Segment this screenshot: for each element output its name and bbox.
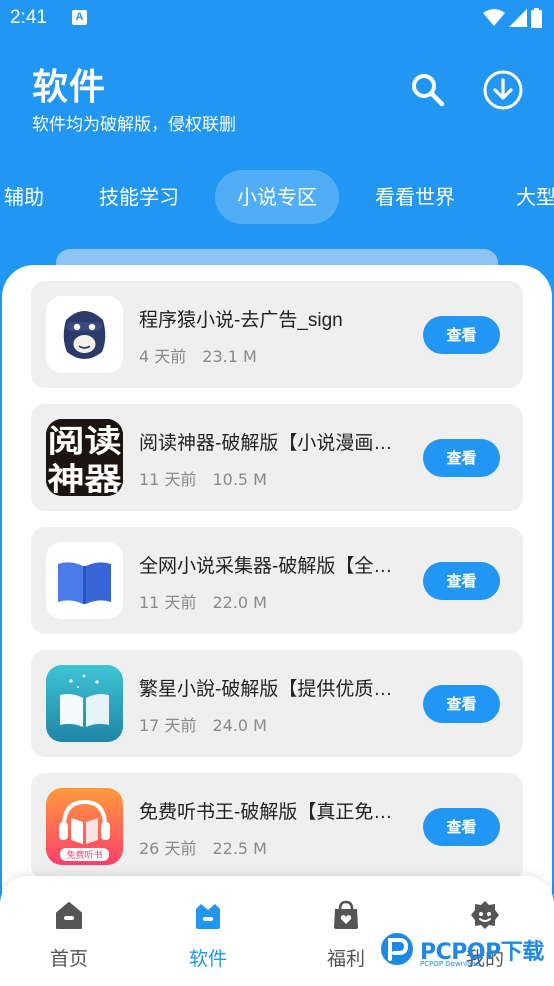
app-size: 22.0 M xyxy=(212,593,267,612)
nav-label: 软件 xyxy=(188,948,227,970)
app-size: 23.1 M xyxy=(202,347,257,366)
nav-software[interactable]: 软件 xyxy=(168,898,248,978)
tab-large[interactable]: 大型 xyxy=(508,170,554,224)
app-meta: 11 天前 22.0 M xyxy=(139,589,267,613)
tab-assist[interactable]: 辅助 xyxy=(0,170,52,224)
app-updated: 17 天前 xyxy=(139,716,197,735)
app-updated: 11 天前 xyxy=(139,470,197,489)
status-icons xyxy=(483,8,542,28)
app-card[interactable]: 阅读 神器 阅读神器-破解版【小说漫画听书三合一】 11 天前 10.5 M 查看 xyxy=(31,404,523,511)
app-updated: 4 天前 xyxy=(139,347,187,366)
tab-skills[interactable]: 技能学习 xyxy=(88,170,190,224)
open-book-icon xyxy=(46,665,123,742)
view-button[interactable]: 查看 xyxy=(423,439,500,477)
battery-icon xyxy=(531,8,542,28)
download-icon xyxy=(483,70,523,110)
watermark: PCPOP下载 PCPOP Download xyxy=(374,926,554,976)
view-button[interactable]: 查看 xyxy=(423,685,500,723)
status-time: 2:41 xyxy=(10,7,47,28)
headphones-book-icon: 免费听书 xyxy=(46,788,123,865)
app-name: 阅读神器-破解版【小说漫画听书三合一】 xyxy=(139,433,401,454)
software-icon xyxy=(196,904,220,929)
icon-text-top: 阅读 xyxy=(48,424,122,460)
tab-novels[interactable]: 小说专区 xyxy=(215,170,339,224)
app-updated: 11 天前 xyxy=(139,593,197,612)
app-card[interactable]: 繁星小說-破解版【提供优质小说】 17 天前 24.0 M 查看 xyxy=(31,650,523,757)
app-meta: 4 天前 23.1 M xyxy=(139,343,257,367)
icon-text-bottom: 神器 xyxy=(48,462,123,496)
book-icon xyxy=(46,542,123,619)
status-bar: 2:41 A xyxy=(0,0,554,36)
view-button[interactable]: 查看 xyxy=(423,562,500,600)
page-title: 软件 xyxy=(32,67,107,108)
tab-world[interactable]: 看看世界 xyxy=(364,170,466,224)
app-size: 22.5 M xyxy=(212,839,267,858)
app-card[interactable]: 免费听书 免费听书王-破解版【真正免费听书】 26 天前 22.5 M 查看 xyxy=(31,773,523,880)
wifi-icon xyxy=(483,9,505,26)
app-meta: 26 天前 22.5 M xyxy=(139,835,267,859)
app-meta: 17 天前 24.0 M xyxy=(139,712,267,736)
view-button[interactable]: 查看 xyxy=(423,808,500,846)
page-subtitle: 软件均为破解版，侵权联删 xyxy=(32,115,236,135)
app-updated: 26 天前 xyxy=(139,839,197,858)
download-button[interactable] xyxy=(479,66,527,114)
app-size: 10.5 M xyxy=(212,470,267,489)
nav-label: 首页 xyxy=(49,948,88,970)
icon-label: 免费听书 xyxy=(66,849,102,861)
app-name: 繁星小說-破解版【提供优质小说】 xyxy=(139,679,401,700)
bag-icon xyxy=(334,900,358,929)
reader-text-icon: 阅读 神器 xyxy=(46,419,123,496)
watermark-logo-icon xyxy=(378,930,416,968)
app-name: 全网小说采集器-破解版【全网小说免费看】 xyxy=(139,556,401,577)
monkey-icon xyxy=(46,296,123,373)
app-meta: 11 天前 10.5 M xyxy=(139,466,267,490)
notification-icon: A xyxy=(72,10,87,25)
view-button[interactable]: 查看 xyxy=(423,316,500,354)
app-name: 程序猿小说-去广告_sign xyxy=(139,310,343,331)
nav-home[interactable]: 首页 xyxy=(29,898,109,978)
app-name: 免费听书王-破解版【真正免费听书】 xyxy=(139,802,401,823)
app-card[interactable]: 程序猿小说-去广告_sign 4 天前 23.1 M 查看 xyxy=(31,281,523,388)
app-size: 24.0 M xyxy=(212,716,267,735)
search-button[interactable] xyxy=(404,66,452,114)
search-icon xyxy=(412,74,445,107)
signal-icon xyxy=(509,9,527,27)
home-icon xyxy=(56,902,82,929)
watermark-subtext: PCPOP Download xyxy=(420,960,481,968)
category-tabs: 辅助 技能学习 小说专区 看看世界 大型 xyxy=(0,170,554,224)
app-card[interactable]: 全网小说采集器-破解版【全网小说免费看】 11 天前 22.0 M 查看 xyxy=(31,527,523,634)
